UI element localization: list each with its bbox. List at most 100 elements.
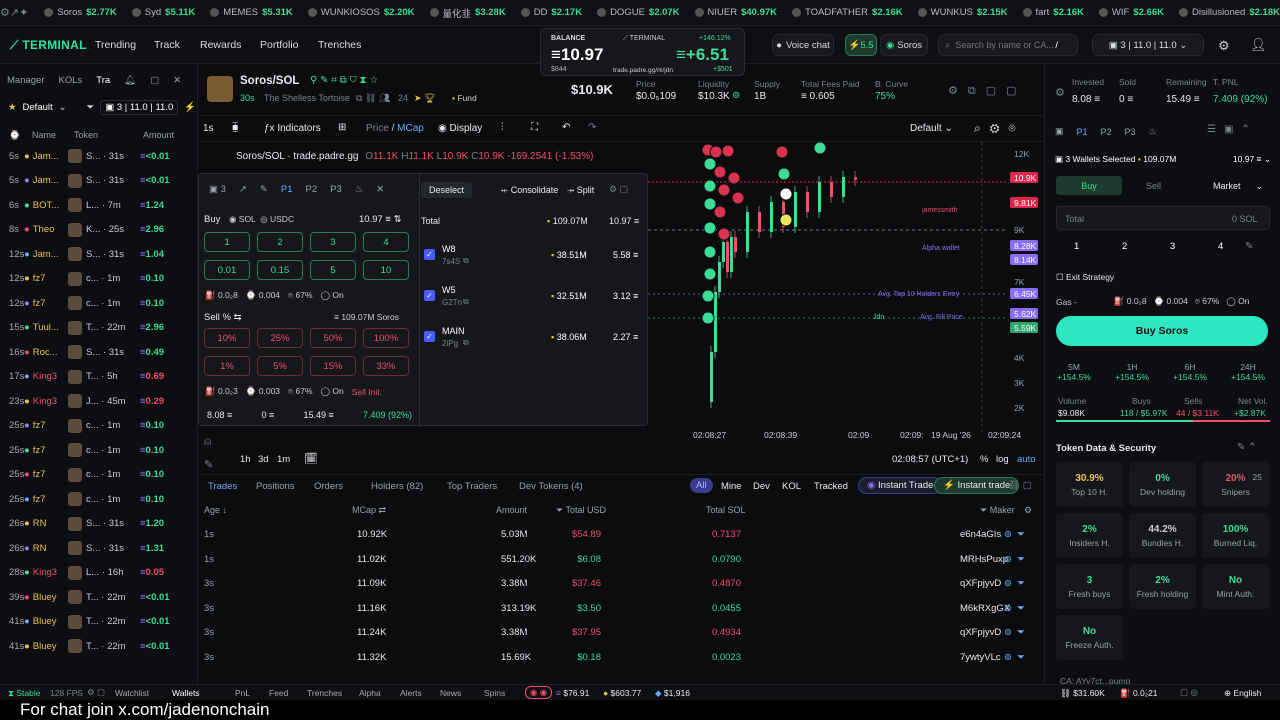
maker-settings-icon[interactable]: ⚙ <box>1024 505 1032 516</box>
ticker-item[interactable]: WUNKUS $2.15K <box>917 6 1008 20</box>
preset-p1[interactable]: P1 <box>1077 127 1088 137</box>
left-trade-row[interactable]: 23s ● King3 J... · 45m ≡0.29 <box>0 389 198 414</box>
settings-icon[interactable]: ⚙ ▢ <box>609 184 628 195</box>
sell-pct-button[interactable]: 10% <box>204 328 250 348</box>
row-name[interactable]: ● fz7 <box>24 469 68 480</box>
row-token[interactable]: S... · 31s <box>68 149 140 164</box>
sell-pct-button[interactable]: 1% <box>204 356 250 376</box>
search-box[interactable]: ⌕ / <box>938 34 1078 56</box>
preset-p1[interactable]: P1 <box>281 184 293 195</box>
panel-view-icons[interactable]: ☰▣⌃ <box>1207 124 1258 135</box>
left-trade-row[interactable]: 25s ● fz7 c... · 1m ≡0.10 <box>0 414 198 439</box>
tab-kols[interactable]: KOLs <box>59 75 83 86</box>
col-amount[interactable]: Amount <box>496 505 527 515</box>
candle-icon[interactable]: ⧯ <box>232 122 238 133</box>
status-pills[interactable]: ◉ ◉ <box>525 686 553 699</box>
edit-icon[interactable]: ✎ <box>260 184 268 195</box>
buy-amount-button[interactable]: 4 <box>363 232 409 252</box>
col-age[interactable]: Age ↓ <box>204 505 227 515</box>
layout-default-select[interactable]: Default ⌄ <box>910 123 953 134</box>
tab-trades[interactable]: Tra <box>96 75 110 86</box>
bolt-icon[interactable]: ⚡ <box>184 102 196 113</box>
instant-trade-button[interactable]: ⚡ Instant trade <box>934 477 1020 494</box>
fund-badge[interactable]: ▪ Fund <box>452 93 477 103</box>
copy-icon[interactable]: ⧉ <box>463 338 469 348</box>
drawing-tools-icon[interactable]: ⍝ <box>204 434 211 449</box>
maker-icons[interactable]: ⊚ ⏷ <box>1004 652 1025 663</box>
left-trade-row[interactable]: 17s ● King3 T... · 5h ≡0.69 <box>0 365 198 390</box>
row-name[interactable]: ● Jam... <box>24 249 68 260</box>
ticker-item[interactable]: DOGUE $2.07K <box>597 6 680 20</box>
left-trade-row[interactable]: 41s ● Bluey T... · 22m ≡<0.01 <box>0 610 198 635</box>
row-token[interactable]: J... · 45m <box>68 394 140 409</box>
price-mcap-toggle[interactable]: Price / MCap <box>366 123 424 134</box>
row-name[interactable]: ● RN <box>24 543 68 554</box>
search-input[interactable] <box>955 40 1056 50</box>
row-token[interactable]: c... · 1m <box>68 296 140 311</box>
timeframe-stat[interactable]: 6H +154.5% <box>1164 362 1216 382</box>
row-name[interactable]: ● Tuul... <box>24 322 68 333</box>
filter-mine[interactable]: Mine <box>721 481 742 492</box>
buy-amount-button[interactable]: 10 <box>363 260 409 280</box>
wallet-checkbox[interactable]: ✓ <box>424 290 435 301</box>
row-name[interactable]: ● Jam... <box>24 175 68 186</box>
table-row[interactable]: 3s 11.32K 15.69K $0.18 0.0023 7ywtyVLc ⊚ ⏷ <box>198 645 1044 670</box>
filter-icon[interactable]: ⏷ <box>87 102 95 113</box>
display-button[interactable]: ◉ Display <box>438 123 482 134</box>
scale-pct[interactable]: % <box>980 454 988 465</box>
row-name[interactable]: ● King3 <box>24 567 68 578</box>
header-action-icons[interactable]: ⚙⧉▢▢ <box>948 84 1027 98</box>
buy-amount-button[interactable]: 3 <box>310 232 356 252</box>
nav-portfolio[interactable]: Portfolio <box>260 39 299 51</box>
row-token[interactable]: c... · 1m <box>68 492 140 507</box>
range-3d[interactable]: 3d <box>258 454 269 465</box>
left-trade-row[interactable]: 41s ● Bluey T... · 22m ≡<0.01 <box>0 634 198 659</box>
row-name[interactable]: ● Bluey <box>24 616 68 627</box>
sol-badge[interactable]: ⚡ 5.5 <box>845 34 877 56</box>
left-trade-row[interactable]: 26s ● RN S... · 31s ≡1.20 <box>0 512 198 537</box>
quick-amount-button[interactable]: 4 <box>1218 241 1223 252</box>
close-icon[interactable]: ✕ <box>376 184 384 195</box>
left-trade-row[interactable]: 12s ● Jam... S... · 31s ≡1.04 <box>0 242 198 267</box>
left-trade-row[interactable]: 5s ● Jam... S... · 31s ≡<0.01 <box>0 144 198 169</box>
timeframe-button[interactable]: 1s <box>203 123 214 134</box>
table-row[interactable]: 1s 11.02K 551.20K $6.08 0.0790 MRHsPuxp ⊚ ⏷ <box>198 547 1044 572</box>
nav-trending[interactable]: Trending <box>95 39 136 51</box>
pencil-icon[interactable]: ✎ <box>204 458 213 471</box>
preset-p3[interactable]: P3 <box>1125 127 1136 137</box>
row-name[interactable]: ● fz7 <box>24 298 68 309</box>
left-trade-row[interactable]: 8s ● Theo K... · 25s ≡2.96 <box>0 218 198 243</box>
ticker-item[interactable]: Disillusioned $2.18K <box>1178 6 1280 20</box>
calendar-icon[interactable]: 🗓︎ <box>304 452 318 465</box>
row-name[interactable]: ● King3 <box>24 371 68 382</box>
ticker-item[interactable]: 量化韭 $3.28K <box>429 6 506 20</box>
row-name[interactable]: ● Theo <box>24 224 68 235</box>
token-extra-icons[interactable]: ➤ 🏆︎ <box>414 93 435 104</box>
row-token[interactable]: L... · 16h <box>68 565 140 580</box>
currency-toggle[interactable]: ◉ SOL ◎ USDC <box>229 214 294 225</box>
tab-top-traders[interactable]: Top Traders <box>447 481 497 492</box>
row-token[interactable]: K... · 25s <box>68 222 140 237</box>
left-trade-row[interactable]: 26s ● RN S... · 31s ≡1.31 <box>0 536 198 561</box>
close-icon[interactable]: ✕ <box>173 75 181 86</box>
wallet-checkbox[interactable]: ✓ <box>424 249 435 260</box>
wallet-selected-select[interactable]: ▣ 3 Wallets Selected ▪ 109.07M 10.97 ≡ ⌄ <box>1055 150 1271 168</box>
bell-icon[interactable]: 🔔︎ <box>124 75 136 86</box>
redo-icon[interactable]: ↷ <box>588 122 596 133</box>
gas-row[interactable]: Gas - ⛽ 0.0₂8 ⌚ 0.004 ⌾ 67% ◯ On <box>1056 296 1270 307</box>
ticker-item[interactable]: TOADFATHER $2.16K <box>792 6 903 20</box>
settings-icon[interactable]: ⚙ <box>0 6 10 19</box>
status-item[interactable]: Alpha <box>359 688 381 698</box>
row-token[interactable]: S... · 31s <box>68 516 140 531</box>
row-name[interactable]: ● fz7 <box>24 273 68 284</box>
user-button[interactable]: ◉ Soros <box>880 34 928 56</box>
row-token[interactable]: c... · 1m <box>68 271 140 286</box>
status-item[interactable]: Spins <box>484 688 505 698</box>
ticker-item[interactable]: NIUER $40.97K <box>694 6 777 20</box>
security-actions-icons[interactable]: ✎ ⌃ <box>1237 442 1257 453</box>
left-trade-row[interactable]: 28s ● King3 L... · 16h ≡0.05 <box>0 561 198 586</box>
left-trade-row[interactable]: 16s ● Roc... S... · 31s ≡0.49 <box>0 340 198 365</box>
col-name[interactable]: Name <box>32 130 56 140</box>
table-row[interactable]: 1s 10.92K 5.03M $54.89 0.7137 e6n4aGIs ⊚ ⏷ <box>198 522 1044 547</box>
maker-icons[interactable]: ⊚ ⏷ <box>1004 578 1025 589</box>
